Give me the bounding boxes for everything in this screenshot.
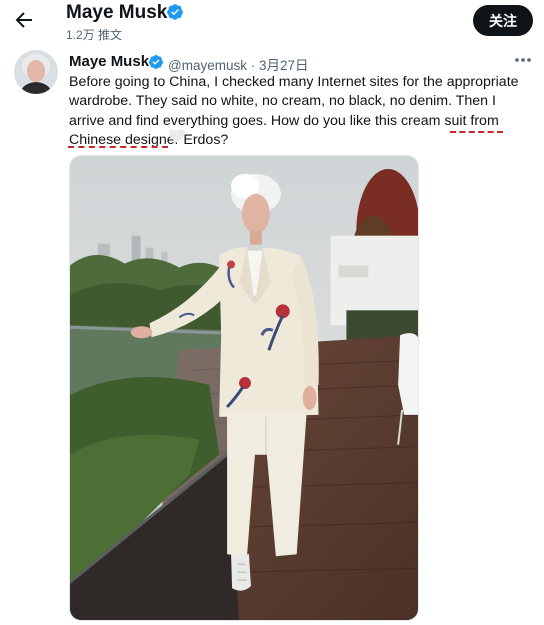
verified-badge-icon: [167, 4, 183, 20]
follow-button[interactable]: 关注: [473, 5, 533, 36]
profile-header: Maye Musk 1.2万 推文 关注: [0, 0, 544, 44]
tweet-text: Before going to China, I checked many In…: [69, 74, 519, 148]
tweet-author-name[interactable]: Maye Musk: [69, 53, 149, 70]
annotation-underline: [450, 131, 503, 133]
tweet-photo[interactable]: [69, 155, 419, 621]
post-count: 1.2万 推文: [66, 28, 123, 42]
profile-name: Maye Musk: [66, 2, 168, 23]
more-dots-icon[interactable]: [512, 52, 534, 68]
tweet-handle-date[interactable]: @mayemusk · 3月27日: [168, 54, 309, 74]
verified-badge-icon: [149, 55, 163, 69]
heart-icon: [169, 129, 185, 143]
annotation-underline: [68, 146, 168, 148]
back-arrow-icon[interactable]: [12, 8, 36, 32]
avatar[interactable]: [14, 50, 58, 94]
